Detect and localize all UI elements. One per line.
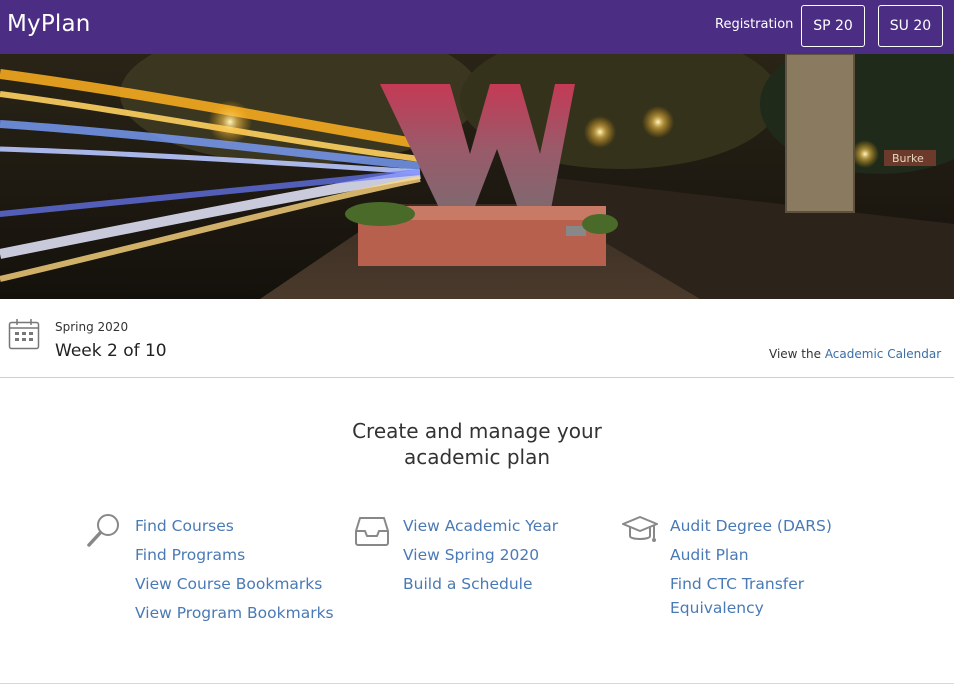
svg-text:Burke: Burke bbox=[892, 152, 924, 165]
find-ctc-transfer-link-line2[interactable]: Equivalency bbox=[670, 596, 764, 620]
view-academic-year-link[interactable]: View Academic Year bbox=[403, 514, 558, 538]
graduation-cap-icon bbox=[622, 516, 658, 542]
find-programs-link[interactable]: Find Programs bbox=[135, 543, 245, 567]
quarter-button-su20[interactable]: SU 20 bbox=[878, 5, 943, 47]
view-spring-2020-link[interactable]: View Spring 2020 bbox=[403, 543, 539, 567]
audit-degree-link[interactable]: Audit Degree (DARS) bbox=[670, 514, 832, 538]
registration-link[interactable]: Registration bbox=[715, 17, 793, 32]
view-course-bookmarks-link[interactable]: View Course Bookmarks bbox=[135, 572, 322, 596]
inbox-tray-icon bbox=[355, 517, 389, 546]
find-ctc-transfer-link[interactable]: Find CTC Transfer bbox=[670, 572, 804, 596]
build-schedule-link[interactable]: Build a Schedule bbox=[403, 572, 533, 596]
search-icon bbox=[87, 514, 119, 547]
term-name: Spring 2020 bbox=[55, 320, 129, 334]
calendar-icon bbox=[8, 319, 40, 350]
view-program-bookmarks-link[interactable]: View Program Bookmarks bbox=[135, 601, 334, 625]
term-strip bbox=[0, 299, 954, 378]
top-navbar: MyPlan Registration SP 20 SU 20 bbox=[0, 0, 954, 54]
hero-image: Burke bbox=[0, 54, 954, 299]
headline-line-2: academic plan bbox=[403, 445, 551, 469]
audit-plan-link[interactable]: Audit Plan bbox=[670, 543, 749, 567]
quarter-button-sp20[interactable]: SP 20 bbox=[801, 5, 865, 47]
headline-line-1: Create and manage your bbox=[352, 419, 602, 443]
find-courses-link[interactable]: Find Courses bbox=[135, 514, 234, 538]
term-week: Week 2 of 10 bbox=[55, 341, 167, 361]
page-headline: Create and manage your academic plan bbox=[300, 418, 654, 470]
brand-logo[interactable]: MyPlan bbox=[7, 11, 91, 37]
academic-calendar-text: View the Academic Calendar bbox=[769, 347, 941, 361]
academic-calendar-prefix: View the bbox=[769, 347, 821, 361]
academic-calendar-link[interactable]: Academic Calendar bbox=[825, 347, 941, 361]
